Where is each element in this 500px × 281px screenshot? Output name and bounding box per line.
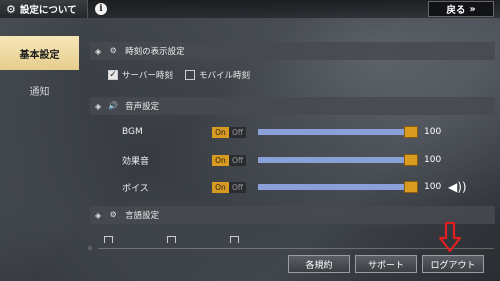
toggle-on[interactable]: On [212,154,229,166]
language-option[interactable] [230,236,239,243]
sound-row-bgm: BGM On Off 100 [122,122,495,142]
toggle-off[interactable]: Off [229,154,246,166]
bgm-toggle[interactable]: On Off [212,126,246,138]
toggle-off[interactable]: Off [229,126,246,138]
server-time-option[interactable]: ✓ サーバー時刻 [108,69,173,81]
language-option[interactable] [167,236,176,243]
voice-preview-speaker-icon[interactable]: ◀)) [448,180,467,194]
toggle-on[interactable]: On [212,181,229,193]
bgm-volume-slider[interactable] [258,126,418,138]
volume-value: 100 [424,127,442,137]
volume-value: 100 [424,182,442,192]
language-options-cutoff [104,236,239,243]
sidebar-item-label: 通知 [29,86,50,98]
support-label: サポート [367,260,404,271]
logout-button[interactable]: ログアウト [422,255,484,273]
language-option[interactable] [104,236,113,243]
slider-fill [258,157,416,163]
logout-label: ログアウト [430,260,476,271]
mobile-time-option[interactable]: モバイル時刻 [185,69,250,81]
language-checkbox[interactable] [104,236,113,243]
divider [98,248,494,249]
back-button[interactable]: 戻る » [428,1,494,17]
diamond-icon: ◈ [95,210,102,220]
sound-row-voice: ボイス On Off 100 ◀)) [122,177,495,197]
section-title: 音声設定 [125,102,160,112]
support-button[interactable]: サポート [355,255,417,273]
speaker-icon: 🔊 [108,101,119,110]
slider-knob[interactable] [404,181,418,193]
sidebar-item-label: 基本設定 [19,49,60,61]
diamond-icon: ◈ [95,101,102,111]
section-header-time: ◈ ⚙ 時刻の表示設定 [90,42,495,60]
settings-small-icon: ⚙ [109,46,117,55]
scroll-handle-icon[interactable]: ⁞⁞ [88,246,96,252]
voice-toggle[interactable]: On Off [212,181,246,193]
sound-label: BGM [122,127,143,137]
red-arrow-down-icon [439,222,461,252]
diamond-icon: ◈ [95,46,102,56]
language-checkbox[interactable] [167,236,176,243]
sidebar-item-basic-settings[interactable]: 基本設定 [0,36,79,70]
sidebar: 基本設定 通知 [0,18,80,281]
volume-value: 100 [424,155,442,165]
section-title: 言語設定 [125,211,160,221]
toggle-on[interactable]: On [212,126,229,138]
gear-icon: ⚙ [6,2,16,16]
slider-knob[interactable] [404,126,418,138]
double-chevron-right-icon: » [469,3,476,15]
slider-fill [258,129,416,135]
settings-panel: ◈ ⚙ 時刻の表示設定 ✓ サーバー時刻 モバイル時刻 ◈ 🔊 音声設定 BGM… [90,40,495,243]
back-label: 戻る [446,5,466,16]
sfx-volume-slider[interactable] [258,154,418,166]
terms-button[interactable]: 各規約 [288,255,350,273]
option-label: サーバー時刻 [122,71,173,81]
sound-label: 効果音 [122,156,150,167]
slider-fill [258,184,416,190]
page-title: 設定について [19,5,77,16]
slider-knob[interactable] [404,154,418,166]
terms-label: 各規約 [305,260,333,271]
sound-label: ボイス [122,183,149,194]
mobile-time-checkbox[interactable] [185,70,195,80]
section-header-sound: ◈ 🔊 音声設定 [90,97,495,115]
settings-small-icon: ⚙ [109,210,117,219]
voice-volume-slider[interactable] [258,181,418,193]
sidebar-item-notifications[interactable]: 通知 [0,73,79,107]
sound-row-sfx: 効果音 On Off 100 [122,150,495,170]
title-tab: ⚙ 設定について [0,0,88,18]
top-bar: ⚙ 設定について i 戻る » [0,0,500,18]
language-checkbox[interactable] [230,236,239,243]
toggle-off[interactable]: Off [229,181,246,193]
option-label: モバイル時刻 [199,71,251,81]
section-header-language: ◈ ⚙ 言語設定 [90,206,495,224]
sfx-toggle[interactable]: On Off [212,154,246,166]
section-title: 時刻の表示設定 [125,47,185,57]
server-time-checkbox[interactable]: ✓ [108,70,118,80]
info-icon[interactable]: i [95,3,107,15]
